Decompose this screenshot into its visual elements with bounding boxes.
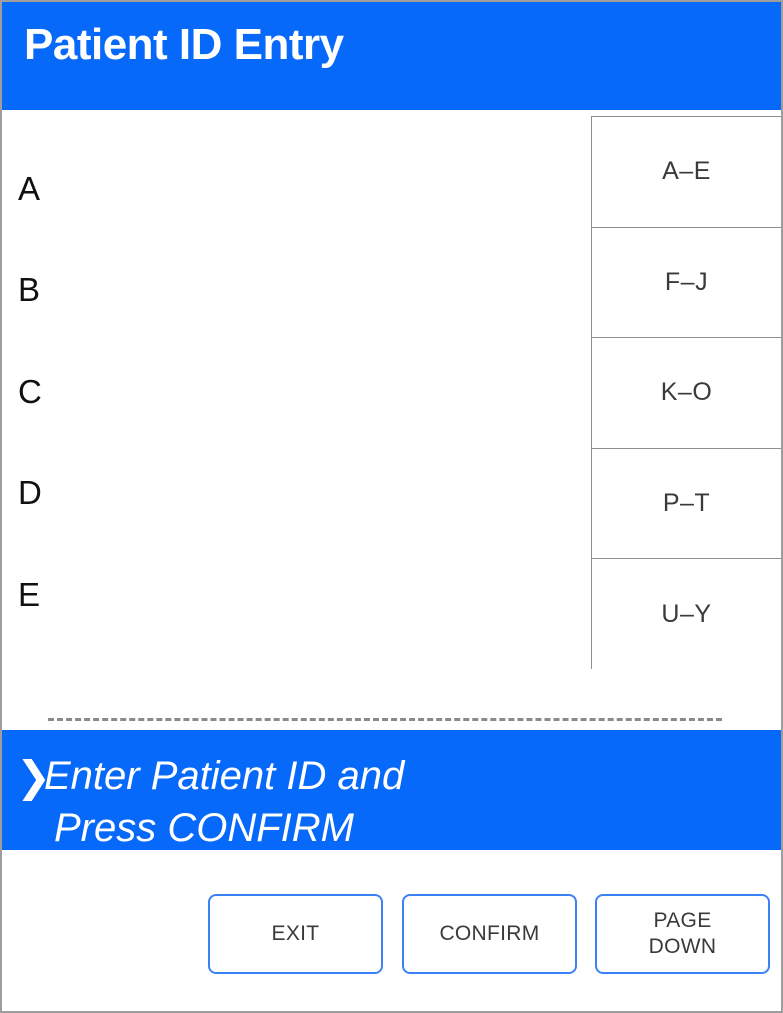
page-down-label-line1: PAGE <box>653 909 712 932</box>
prompt-message-text: Enter Patient ID and Press CONFIRM <box>44 750 744 854</box>
range-button-label: K–O <box>660 378 713 407</box>
patient-id-input[interactable] <box>48 718 722 721</box>
page-down-label-line2: DOWN <box>648 935 717 958</box>
range-button-label: A–E <box>662 157 711 186</box>
list-item[interactable]: D <box>18 476 42 510</box>
page-down-button[interactable]: PAGE DOWN <box>595 894 770 974</box>
patient-entry-list: A B C D E <box>2 110 722 730</box>
list-item[interactable]: B <box>18 273 40 307</box>
list-item[interactable]: E <box>18 578 40 612</box>
alpha-range-button-column: A–E F–J K–O P–T U–Y <box>591 116 781 670</box>
page-title: Patient ID Entry <box>24 20 344 69</box>
exit-button-label: EXIT <box>271 922 320 945</box>
prompt-message-bar: ❯ Enter Patient ID and Press CONFIRM <box>2 730 781 850</box>
page-down-button-label: PAGE DOWN <box>649 908 717 960</box>
prompt-line-2: Press CONFIRM <box>54 806 354 850</box>
range-button-u-y[interactable]: U–Y <box>592 559 781 670</box>
list-item[interactable]: C <box>18 375 42 409</box>
main-content: A B C D E A–E F–J K–O P–T U–Y <box>2 110 781 730</box>
prompt-line-1: Enter Patient ID and <box>44 754 405 798</box>
range-button-k-o[interactable]: K–O <box>592 338 781 449</box>
range-button-p-t[interactable]: P–T <box>592 448 781 560</box>
action-button-bar: EXIT CONFIRM PAGE DOWN <box>2 850 781 1011</box>
confirm-button[interactable]: CONFIRM <box>402 894 577 974</box>
exit-button[interactable]: EXIT <box>208 894 383 974</box>
title-bar: Patient ID Entry <box>2 2 781 110</box>
range-button-label: U–Y <box>661 600 712 629</box>
range-button-label: F–J <box>664 267 709 296</box>
list-item[interactable]: A <box>18 172 40 206</box>
range-button-f-j[interactable]: F–J <box>592 227 781 339</box>
range-button-label: P–T <box>662 489 711 518</box>
range-button-a-e[interactable]: A–E <box>592 117 781 228</box>
confirm-button-label: CONFIRM <box>439 922 540 945</box>
patient-id-entry-screen: Patient ID Entry A B C D E A–E F–J K–O P… <box>0 0 783 1013</box>
